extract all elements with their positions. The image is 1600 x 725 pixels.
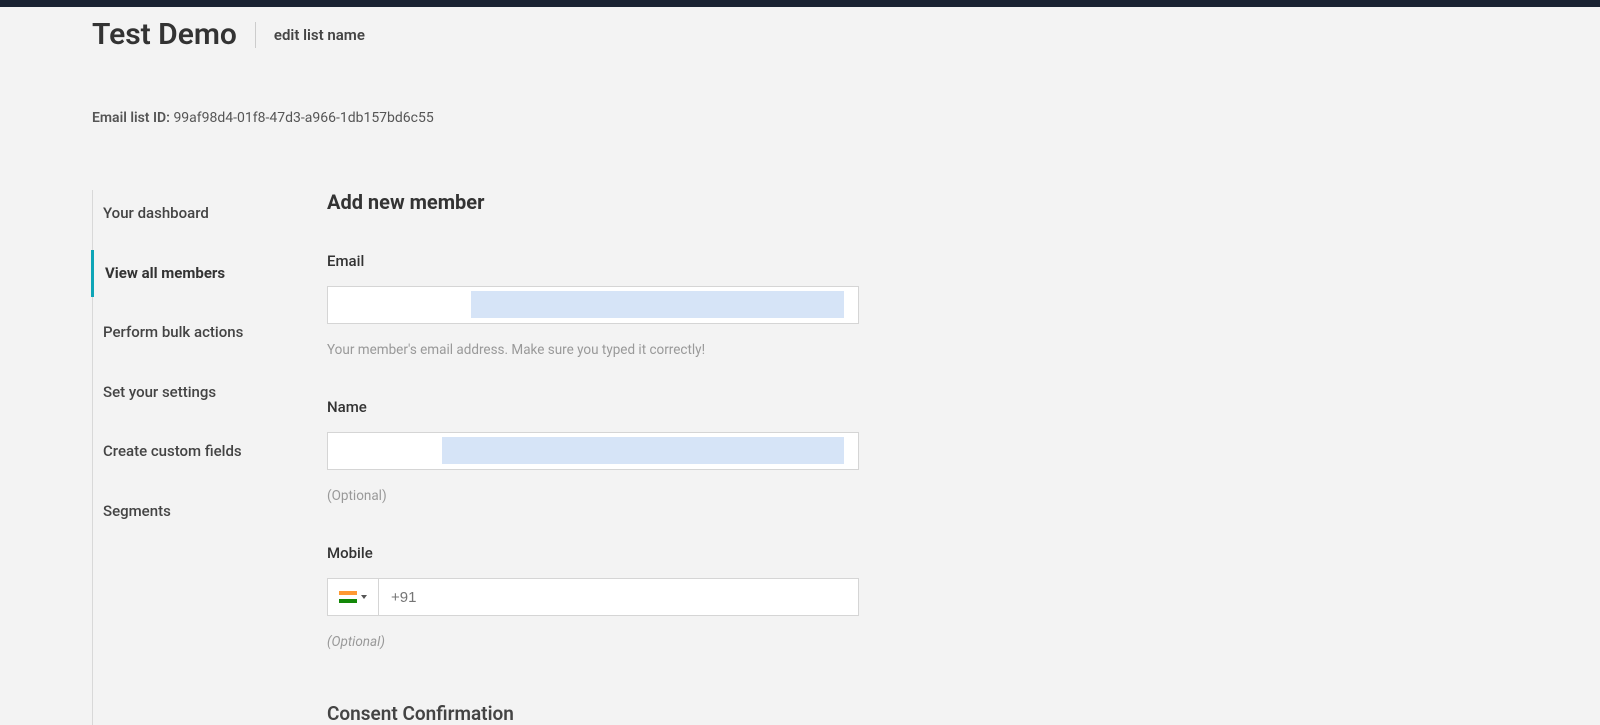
list-id-value: 99af98d4-01f8-47d3-a966-1db157bd6c55 (173, 110, 433, 126)
sidebar-item-settings[interactable]: Set your settings (93, 369, 292, 417)
sidebar-item-label: Perform bulk actions (103, 323, 243, 341)
edit-list-name-link[interactable]: edit list name (274, 26, 365, 44)
email-input[interactable] (327, 286, 859, 324)
email-field-group: Email Your member's email address. Make … (327, 252, 887, 358)
mobile-helper: (Optional) (327, 634, 887, 650)
sidebar-item-view-members[interactable]: View all members (91, 250, 292, 298)
name-label: Name (327, 398, 887, 416)
india-flag-icon (339, 591, 357, 603)
name-input[interactable] (327, 432, 859, 470)
form-title: Add new member (327, 190, 887, 214)
sidebar-item-segments[interactable]: Segments (93, 488, 292, 536)
name-field-group: Name (Optional) (327, 398, 887, 504)
email-list-id: Email list ID: 99af98d4-01f8-47d3-a966-1… (92, 110, 1600, 126)
sidebar-item-label: View all members (105, 264, 225, 282)
sidebar-item-bulk-actions[interactable]: Perform bulk actions (93, 309, 292, 357)
email-label: Email (327, 252, 887, 270)
sidebar-item-label: Set your settings (103, 383, 216, 401)
page-title: Test Demo (92, 17, 237, 52)
top-bar (0, 0, 1600, 7)
consent-title: Consent Confirmation (327, 702, 887, 725)
mobile-field-group: Mobile (Optional) (327, 544, 887, 650)
header-row: Test Demo edit list name (92, 17, 1600, 52)
email-helper: Your member's email address. Make sure y… (327, 342, 887, 358)
title-divider (255, 22, 256, 48)
sidebar-item-label: Segments (103, 502, 171, 520)
sidebar-item-label: Your dashboard (103, 204, 209, 222)
main-content: Add new member Email Your member's email… (327, 190, 887, 725)
sidebar-item-label: Create custom fields (103, 442, 242, 460)
sidebar: Your dashboard View all members Perform … (92, 190, 292, 725)
mobile-label: Mobile (327, 544, 887, 562)
chevron-down-icon (361, 595, 367, 599)
sidebar-item-dashboard[interactable]: Your dashboard (93, 190, 292, 238)
sidebar-item-custom-fields[interactable]: Create custom fields (93, 428, 292, 476)
name-helper: (Optional) (327, 488, 887, 504)
list-id-label: Email list ID: (92, 110, 173, 126)
country-code-selector[interactable] (327, 578, 379, 616)
mobile-input[interactable] (379, 578, 859, 616)
